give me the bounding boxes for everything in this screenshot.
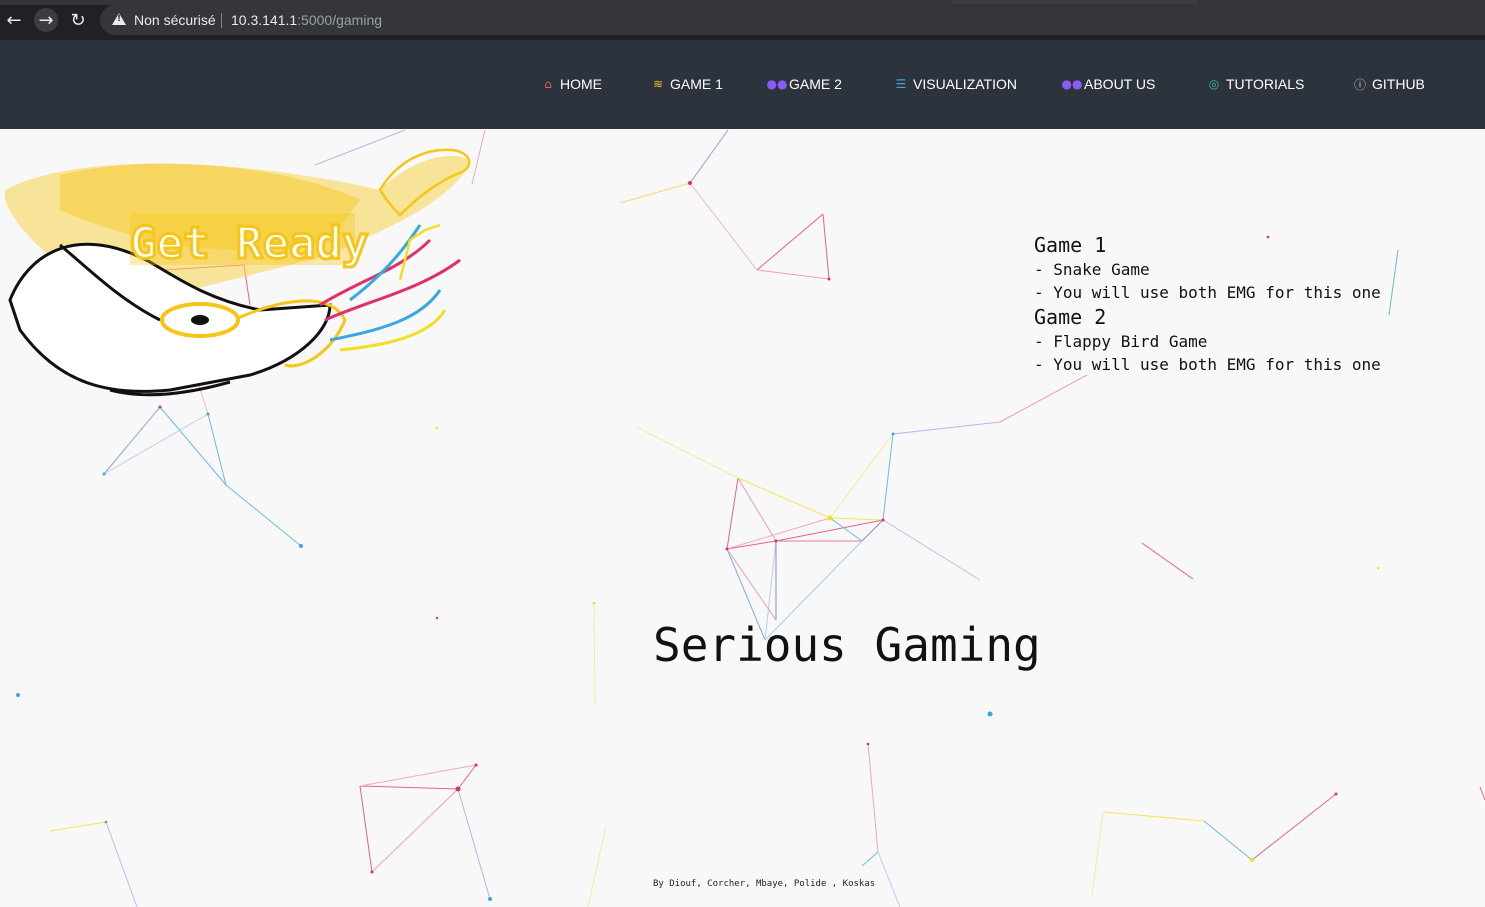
browser-toolbar: ← → ↻ ! Non sécurisé 10.3.141.1:5000/gam…	[0, 0, 1485, 40]
nav-label: GITHUB	[1372, 76, 1425, 92]
nav-label: GAME 1	[670, 76, 723, 92]
forward-arrow-icon[interactable]: →	[34, 8, 58, 32]
nav-tutorials[interactable]: ◎ TUTORIALS	[1206, 76, 1305, 92]
game-line: - Flappy Bird Game	[1034, 332, 1208, 351]
security-label[interactable]: Non sécurisé	[134, 12, 216, 28]
url-path: :5000/gaming	[297, 12, 383, 28]
address-bar[interactable]: ! Non sécurisé 10.3.141.1:5000/gaming	[100, 5, 1485, 35]
url-host: 10.3.141.1	[231, 12, 298, 28]
nav-visualization[interactable]: ☰ VISUALIZATION	[893, 76, 1017, 92]
nav-label: VISUALIZATION	[913, 76, 1017, 92]
game-line: - You will use both EMG for this one	[1034, 283, 1381, 302]
get-ready-illustration	[5, 148, 471, 397]
nav-label: ABOUT US	[1084, 76, 1156, 92]
divider	[221, 13, 222, 28]
warning-mark: !	[117, 14, 122, 24]
games-info: Game 1 - Snake Game - You will use both …	[1034, 232, 1381, 376]
bars-icon: ☰	[895, 77, 907, 91]
nav-label: GAME 2	[789, 76, 842, 92]
layers-icon: ≋	[652, 77, 664, 91]
nav-github[interactable]: ⓘ GITHUB	[1352, 76, 1425, 92]
game-title: Game 1	[1034, 233, 1107, 257]
url-text[interactable]: 10.3.141.1:5000/gaming	[231, 12, 382, 28]
users-icon: ●●	[766, 77, 788, 91]
game-title: Game 2	[1034, 305, 1107, 329]
info-circle-icon: ⓘ	[1353, 77, 1366, 92]
nav-label: HOME	[560, 76, 602, 92]
nav-game-1[interactable]: ≋ GAME 1	[650, 76, 723, 92]
site-navbar: ⌂ HOME ≋ GAME 1 ●● GAME 2 ☰ VISUALIZATIO…	[0, 40, 1485, 129]
page-title: Serious Gaming	[653, 618, 1041, 672]
nav-about-us[interactable]: ●● ABOUT US	[1061, 76, 1156, 92]
nav-game-2[interactable]: ●● GAME 2	[766, 76, 842, 92]
headset-icon: ◎	[1208, 77, 1220, 91]
game-line: - Snake Game	[1034, 260, 1150, 279]
home-icon: ⌂	[544, 77, 552, 91]
tab-indicator	[952, 0, 1198, 4]
nav-label: TUTORIALS	[1226, 76, 1305, 92]
banner-text: Get Ready	[130, 218, 368, 269]
users-icon: ●●	[1061, 77, 1083, 91]
nav-home[interactable]: ⌂ HOME	[540, 76, 602, 92]
back-arrow-icon[interactable]: ←	[2, 8, 26, 32]
game-line: - You will use both EMG for this one	[1034, 355, 1381, 374]
credits-text: By Diouf, Corcher, Mbaye, Polide , Koska…	[653, 879, 876, 889]
reload-icon[interactable]: ↻	[66, 8, 90, 32]
